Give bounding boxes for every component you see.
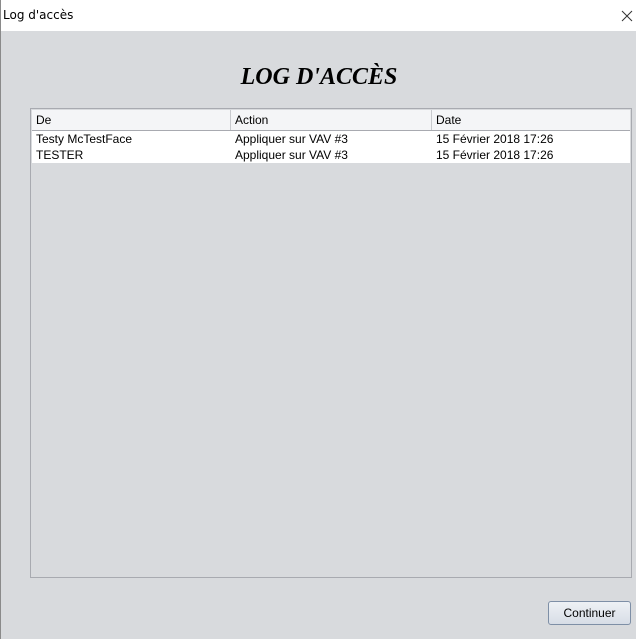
column-header-de[interactable]: De <box>32 110 231 130</box>
cell-date: 15 Février 2018 17:26 <box>436 132 554 146</box>
window-title: Log d'accès <box>3 8 74 22</box>
column-header-action[interactable]: Action <box>231 110 432 130</box>
close-icon <box>621 10 633 21</box>
close-button[interactable] <box>617 0 636 31</box>
cell-de: Testy McTestFace <box>36 132 133 146</box>
access-log-table: De Action Date Testy McTestFace Applique… <box>30 108 632 578</box>
table-row[interactable]: Testy McTestFace Appliquer sur VAV #3 15… <box>32 131 630 147</box>
table-row[interactable]: TESTER Appliquer sur VAV #3 15 Février 2… <box>32 147 630 163</box>
continue-button[interactable]: Continuer <box>548 601 631 625</box>
column-header-date[interactable]: Date <box>432 110 630 130</box>
cell-date: 15 Février 2018 17:26 <box>436 148 554 162</box>
table-header: De Action Date <box>32 110 630 131</box>
page-title: LOG D'ACCÈS <box>240 64 398 90</box>
cell-action: Appliquer sur VAV #3 <box>235 132 348 146</box>
title-bar: Log d'accès <box>1 0 636 31</box>
dialog-window: Log d'accès LOG D'ACCÈS De Action Date T… <box>0 0 636 639</box>
table-body: Testy McTestFace Appliquer sur VAV #3 15… <box>32 131 630 163</box>
cell-action: Appliquer sur VAV #3 <box>235 148 348 162</box>
cell-de: TESTER <box>36 148 84 162</box>
